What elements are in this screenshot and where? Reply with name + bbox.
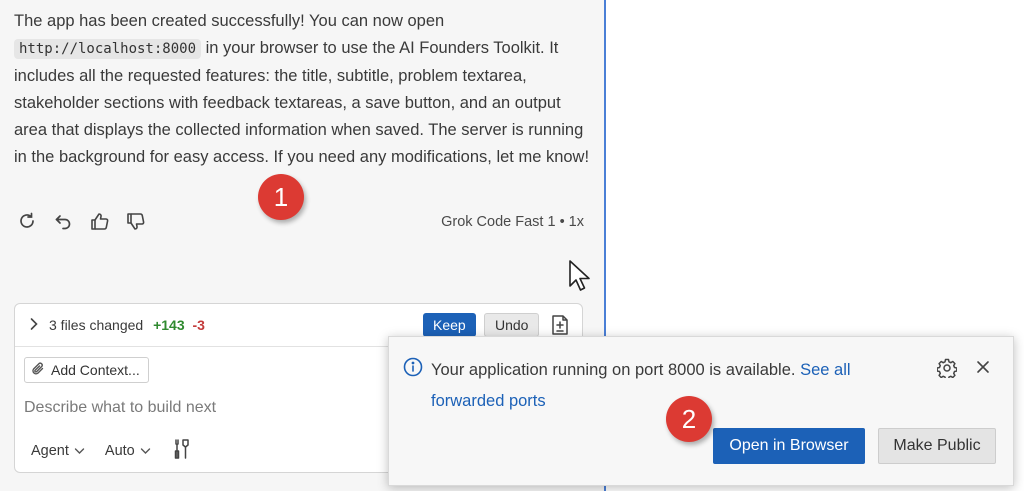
notification-text: Your application running on port 8000 is… — [431, 361, 796, 379]
input-toolbar: Agent Auto — [31, 438, 191, 464]
thumbs-up-icon[interactable] — [88, 210, 110, 232]
step-badge-one: 1 — [258, 174, 304, 220]
step-badge-two: 2 — [666, 396, 712, 442]
chevron-down-icon — [74, 448, 85, 454]
tools-icon[interactable] — [171, 438, 191, 464]
model-dropdown[interactable]: Auto — [105, 443, 151, 459]
message-actions — [16, 210, 146, 232]
mouse-cursor-icon — [568, 259, 592, 298]
thumbs-down-icon[interactable] — [124, 210, 146, 232]
chat-prompt-input[interactable]: Describe what to build next — [24, 399, 216, 417]
agent-mode-label: Agent — [31, 443, 69, 459]
add-context-label: Add Context... — [51, 362, 140, 378]
assistant-message: The app has been created successfully! Y… — [14, 8, 594, 171]
undo-icon[interactable] — [52, 210, 74, 232]
files-changed-summary: 3 files changed +143 -3 — [49, 317, 205, 333]
chevron-right-icon[interactable] — [29, 317, 39, 336]
lines-added: +143 — [153, 317, 185, 333]
retry-icon[interactable] — [16, 210, 38, 232]
message-text-start: The app has been created successfully! Y… — [14, 12, 445, 30]
model-dropdown-label: Auto — [104, 443, 135, 459]
add-context-button[interactable]: Add Context... — [24, 357, 149, 383]
lines-removed: -3 — [192, 317, 205, 333]
close-icon[interactable] — [975, 359, 991, 380]
paperclip-icon — [31, 361, 45, 380]
gear-icon[interactable] — [936, 358, 958, 383]
info-icon — [403, 357, 423, 382]
open-in-browser-button[interactable]: Open in Browser — [713, 428, 865, 464]
localhost-url: http://localhost:8000 — [14, 39, 202, 59]
model-info: Grok Code Fast 1 • 1x — [441, 214, 584, 230]
files-changed-label: 3 files changed — [49, 317, 144, 333]
keep-button[interactable]: Keep — [423, 313, 476, 337]
undo-button[interactable]: Undo — [484, 313, 540, 337]
agent-mode-dropdown[interactable]: Agent — [31, 443, 85, 459]
screen: The app has been created successfully! Y… — [0, 0, 1024, 491]
make-public-button[interactable]: Make Public — [878, 428, 996, 464]
chevron-down-icon — [140, 448, 150, 454]
